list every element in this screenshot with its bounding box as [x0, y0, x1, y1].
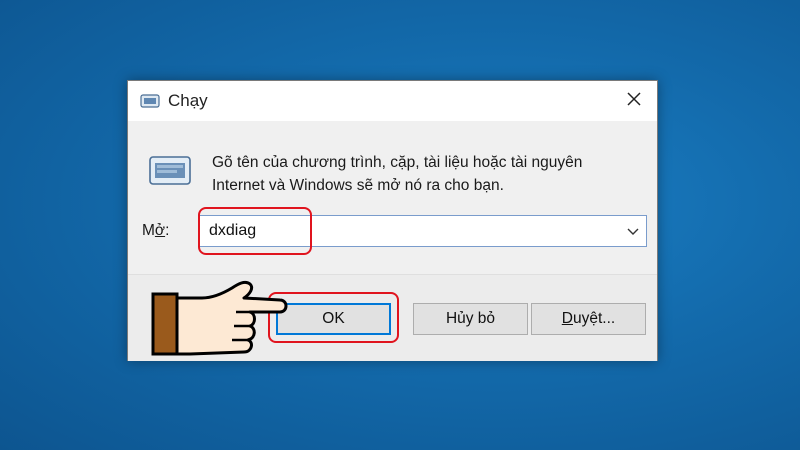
pointing-hand-icon	[150, 278, 290, 360]
description-line-1: Gõ tên của chương trình, cặp, tài liệu h…	[212, 154, 583, 171]
title-bar[interactable]: Chạy	[128, 81, 657, 121]
cancel-button[interactable]: Hủy bỏ	[413, 303, 528, 335]
browse-button[interactable]: Duyệt...	[531, 303, 646, 335]
browse-label: uyệt...	[572, 310, 616, 327]
open-label-prefix: M	[142, 222, 155, 239]
run-program-icon	[148, 153, 192, 187]
close-button[interactable]	[611, 81, 657, 121]
input-highlight	[198, 207, 312, 255]
chevron-down-icon[interactable]	[626, 225, 640, 237]
browse-accesskey: D	[561, 310, 573, 327]
run-icon	[140, 94, 160, 108]
open-label-accesskey: ở	[154, 222, 166, 239]
dialog-title: Chạy	[168, 91, 208, 110]
description: Gõ tên của chương trình, cặp, tài liệu h…	[212, 151, 582, 197]
open-label: Mở:	[142, 222, 169, 240]
description-line-2: Internet và Windows sẽ mở nó ra cho bạn.	[212, 177, 504, 194]
close-icon	[627, 91, 641, 111]
open-label-colon: :	[165, 222, 170, 239]
